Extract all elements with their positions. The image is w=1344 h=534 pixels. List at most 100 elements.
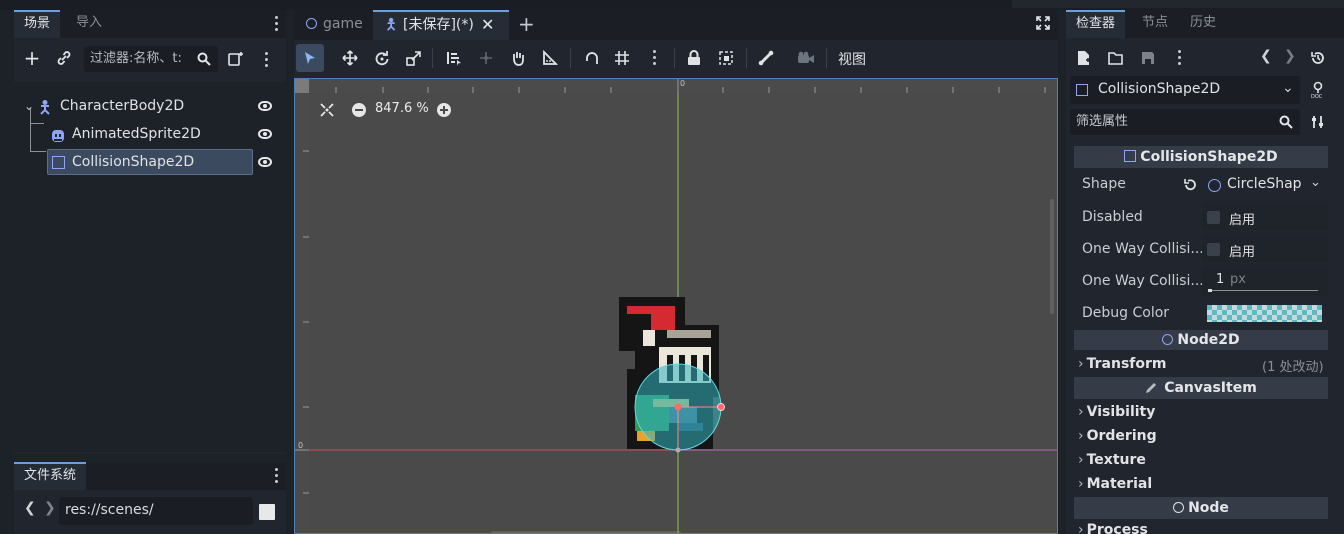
back-arrow-icon[interactable]: ❮ (24, 500, 36, 516)
visibility-group[interactable]: Visibility (1078, 404, 1156, 420)
scene-dock-menu-icon[interactable] (275, 16, 279, 32)
link-icon[interactable] (52, 46, 76, 70)
scene-dock-tabbar: 场景 导入 (14, 10, 286, 38)
disabled-checkbox-label: 启用 (1229, 213, 1256, 228)
viewport-svg (295, 79, 1057, 533)
filesystem-menu-icon[interactable] (275, 468, 279, 484)
tree-label-characterbody2d: CharacterBody2D (60, 98, 185, 114)
ordering-group[interactable]: Ordering (1078, 428, 1157, 444)
one-way-margin-unit: px (1230, 272, 1246, 287)
tab-inspector[interactable]: 检查器 (1066, 10, 1126, 38)
tree-row-characterbody2d[interactable]: ⌄ CharacterBody2D (14, 93, 286, 119)
visibility-eye-icon[interactable] (258, 129, 272, 139)
forward-arrow-icon[interactable]: ❯ (44, 500, 56, 516)
disabled-label: Disabled (1082, 209, 1143, 225)
zoom-level[interactable]: 847.6 % (375, 101, 429, 116)
view-menu-button[interactable]: 视图 (838, 49, 866, 69)
collision-shape-icon (1124, 150, 1137, 162)
tab-unsaved[interactable]: [未保存](*) ✕ (373, 10, 509, 40)
scene-tree-menu-icon[interactable] (265, 52, 269, 68)
zoom-out-icon[interactable] (352, 103, 366, 117)
group-icon[interactable] (712, 44, 740, 72)
process-group[interactable]: Process (1078, 522, 1148, 534)
history-back-icon[interactable]: ❮ (1260, 48, 1272, 64)
ruler-tool-icon[interactable] (536, 44, 564, 72)
instance-scene-icon[interactable] (224, 47, 248, 71)
tree-row-animatedsprite2d[interactable]: AnimatedSprite2D (14, 121, 286, 147)
tab-history[interactable]: 历史 (1180, 10, 1226, 38)
one-way-collision-field (1202, 236, 1328, 262)
one-way-margin-field[interactable]: 1 px (1202, 268, 1328, 296)
canvasitem-section-header[interactable]: CanvasItem (1074, 377, 1328, 399)
visibility-eye-icon[interactable] (258, 101, 272, 111)
toolbar-separator (826, 48, 827, 68)
filesystem-path-input[interactable]: res://scenes/ (59, 497, 253, 525)
property-filter-input[interactable]: 筛选属性 (1070, 109, 1300, 135)
split-mode-icon[interactable] (259, 504, 275, 520)
tab-game[interactable]: game (294, 10, 372, 40)
object-selector[interactable]: CollisionShape2D ⌄ (1070, 76, 1300, 104)
collision-shape-icon (1076, 84, 1088, 96)
open-folder-icon[interactable] (1104, 46, 1128, 70)
collapse-arrow-icon[interactable]: ⌄ (24, 93, 34, 119)
node-section-header[interactable]: Node (1074, 497, 1328, 519)
disabled-checkbox[interactable] (1207, 211, 1220, 224)
scene-tree: ⌄ CharacterBody2D AnimatedSprite2D Colli… (14, 82, 286, 452)
disabled-field (1202, 204, 1328, 230)
skeleton-icon[interactable] (752, 44, 780, 72)
node2d-section-header[interactable]: Node2D (1074, 330, 1328, 350)
rotate-tool-icon[interactable] (368, 44, 396, 72)
one-way-margin-slider-fill (1208, 289, 1212, 292)
debug-color-swatch[interactable] (1207, 305, 1322, 322)
node-section-label: Node (1188, 500, 1229, 516)
select-arrow-icon[interactable] (296, 44, 324, 72)
collisionshape2d-section-header[interactable]: CollisionShape2D (1074, 146, 1328, 168)
recent-history-icon[interactable] (1306, 46, 1330, 70)
list-select-icon[interactable] (440, 44, 468, 72)
search-icon (192, 47, 216, 71)
pan-tool-icon[interactable] (504, 44, 532, 72)
node2d-section-label: Node2D (1177, 332, 1240, 348)
tab-filesystem[interactable]: 文件系统 (14, 462, 87, 490)
zoom-in-icon[interactable] (437, 103, 451, 117)
inspector-menu-icon[interactable] (1178, 50, 1182, 66)
top-strip-highlight (1012, 0, 1344, 8)
tab-scene[interactable]: 场景 (14, 10, 61, 38)
distraction-free-icon[interactable] (1036, 16, 1050, 34)
new-tab-icon[interactable]: + (518, 12, 535, 36)
material-group[interactable]: Material (1078, 476, 1153, 492)
pivot-tool-icon[interactable] (472, 44, 500, 72)
camera-override-icon[interactable] (792, 44, 820, 72)
tree-row-collisionshape2d[interactable]: CollisionShape2D (14, 149, 286, 175)
editor-tabbar: game [未保存](*) ✕ + (294, 10, 1058, 40)
filesystem-dock: 文件系统 ❮ ❯ res://scenes/ (14, 462, 286, 534)
center-view-icon[interactable] (319, 102, 335, 122)
docs-icon[interactable]: DOC (1306, 78, 1330, 102)
one-way-collision-checkbox-label: 启用 (1229, 245, 1256, 260)
tools-icon[interactable] (1306, 110, 1330, 134)
visibility-eye-icon[interactable] (258, 157, 272, 167)
lock-icon[interactable] (680, 44, 708, 72)
scale-tool-icon[interactable] (400, 44, 428, 72)
toolbar-separator (674, 48, 675, 68)
one-way-margin-slider-track[interactable] (1208, 290, 1318, 291)
move-tool-icon[interactable] (336, 44, 364, 72)
smart-snap-icon[interactable] (578, 44, 606, 72)
save-icon[interactable] (1136, 46, 1160, 70)
viewport-canvas: 0 0 847.6 % (294, 78, 1058, 534)
texture-group[interactable]: Texture (1078, 452, 1146, 468)
one-way-collision-checkbox[interactable] (1207, 243, 1220, 256)
snap-options-icon[interactable] (653, 50, 657, 66)
history-forward-icon[interactable]: ❯ (1284, 48, 1296, 64)
close-tab-icon[interactable]: ✕ (481, 12, 494, 38)
tab-import[interactable]: 导入 (66, 10, 112, 38)
revert-icon[interactable] (1183, 178, 1197, 196)
transform-group[interactable]: Transform (1078, 356, 1167, 372)
grid-snap-icon[interactable] (608, 44, 636, 72)
shape-resource-picker[interactable]: CircleShap ⌄ (1202, 172, 1328, 198)
add-node-icon[interactable]: + (20, 46, 44, 70)
new-resource-icon[interactable] (1072, 46, 1096, 70)
chevron-down-icon[interactable]: ⌄ (1310, 175, 1321, 190)
tab-node[interactable]: 节点 (1132, 10, 1178, 38)
toolbar-separator (746, 48, 747, 68)
